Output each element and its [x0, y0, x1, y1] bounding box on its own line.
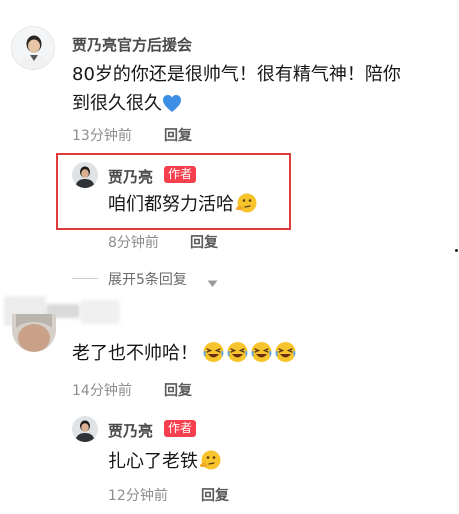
expand-replies-label[interactable]: 展开5条回复: [108, 269, 187, 289]
reply-button[interactable]: 回复: [164, 380, 192, 400]
username[interactable]: 贾乃亮: [108, 420, 153, 441]
username[interactable]: 贾乃亮: [108, 166, 153, 187]
timestamp: 13分钟前: [72, 128, 132, 144]
avatar[interactable]: [11, 26, 55, 70]
thinking-face-icon: [198, 449, 222, 480]
emoji-row: [198, 342, 297, 364]
author-badge: 作者: [164, 166, 197, 183]
avatar[interactable]: [72, 416, 98, 442]
comment-text-line-2: 到很久很久: [72, 89, 442, 122]
comment-text-line-text: 到很久很久: [72, 93, 162, 114]
rolling-laughing-face-icon: [250, 341, 273, 372]
timestamp: 12分钟前: [108, 488, 168, 504]
reply-button[interactable]: 回复: [164, 125, 192, 145]
username[interactable]: 贾乃亮官方后援会: [72, 34, 192, 55]
comment-text: 老了也不帅哈！: [72, 339, 297, 372]
reply-text-content: 咱们都努力活哈: [108, 194, 234, 215]
rolling-laughing-face-icon: [274, 341, 297, 372]
reply-button[interactable]: 回复: [201, 485, 229, 505]
timestamp: 8分钟前: [108, 235, 159, 251]
timestamp: 14分钟前: [72, 383, 132, 399]
dot-mark: [455, 249, 458, 252]
comment-text-content: 老了也不帅哈！: [72, 343, 198, 364]
avatar[interactable]: [72, 162, 98, 188]
reply-text-content: 扎心了老铁: [108, 451, 198, 472]
rolling-laughing-face-icon: [202, 341, 225, 372]
thinking-face-icon: [234, 192, 258, 223]
rolling-laughing-face-icon: [226, 341, 249, 372]
author-badge: 作者: [164, 420, 197, 437]
caret-down-icon[interactable]: [207, 273, 218, 292]
reply-text: 扎心了老铁: [108, 447, 222, 480]
reply-text: 咱们都努力活哈: [108, 190, 258, 223]
comment-text-line: 80岁的你还是很帅气！很有精气神！陪你: [72, 64, 401, 85]
blurred-username: [80, 300, 120, 324]
avatar[interactable]: [12, 314, 56, 352]
reply-button[interactable]: 回复: [190, 232, 218, 252]
divider: [72, 278, 98, 279]
blue-heart-icon: [162, 93, 182, 122]
comment-text: 80岁的你还是很帅气！很有精气神！陪你 到很久很久: [72, 60, 442, 122]
